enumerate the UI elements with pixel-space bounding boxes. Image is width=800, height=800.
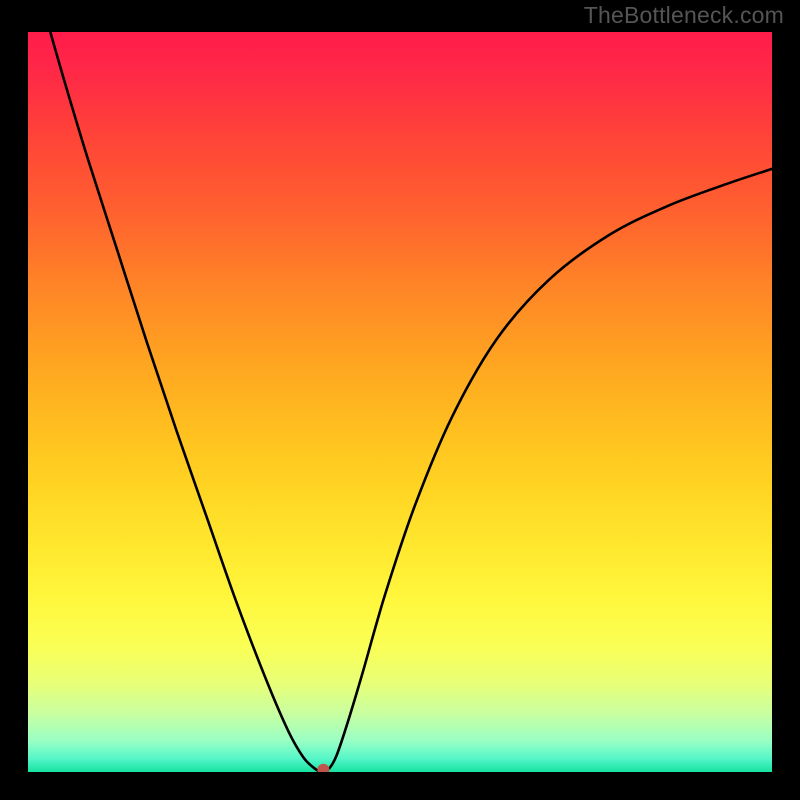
optimal-point-marker xyxy=(317,764,329,776)
bottleneck-chart xyxy=(0,0,800,800)
plot-background xyxy=(28,32,772,772)
chart-frame: TheBottleneck.com xyxy=(0,0,800,800)
watermark-text: TheBottleneck.com xyxy=(584,2,784,29)
